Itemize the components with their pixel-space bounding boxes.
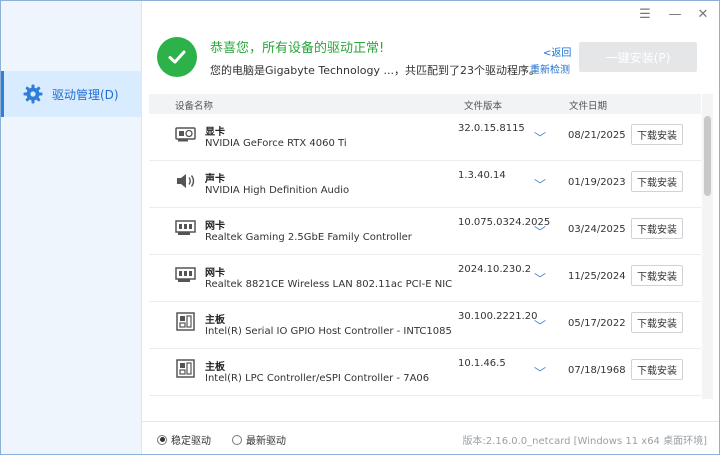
sidebar: 驱动管理(D) — [1, 1, 142, 454]
status-subtitle: 您的电脑是Gigabyte Technology ...，共匹配到了23个驱动程… — [210, 64, 540, 77]
column-header-date: 文件日期 — [569, 101, 608, 112]
radio-selected-icon — [157, 434, 167, 445]
driver-row: 网卡 Realtek Gaming 2.5GbE Family Controll… — [149, 208, 701, 255]
column-header-version: 文件版本 — [464, 101, 503, 112]
driver-row: 主板 Intel(R) Serial IO GPIO Host Controll… — [149, 302, 701, 349]
radio-unselected-icon — [232, 434, 242, 445]
footer: 稳定驱动 最新驱动 版本:2.16.0.0_netcard [Windows 1… — [142, 421, 719, 454]
radio-stable-label: 稳定驱动 — [171, 436, 211, 447]
sidebar-item-label: 驱动管理(D) — [52, 87, 119, 102]
driver-date: 07/18/1968 — [568, 365, 626, 376]
driver-category: 主板 — [205, 315, 225, 326]
download-install-button[interactable]: 下载安装 — [631, 218, 683, 239]
radio-stable-driver[interactable]: 稳定驱动 — [157, 432, 211, 447]
driver-category: 声卡 — [205, 174, 225, 185]
version-info: 版本:2.16.0.0_netcard [Windows 11 x64 桌面环境… — [462, 436, 707, 447]
driver-version: 10.1.46.5 — [458, 358, 506, 369]
driver-version: 1.3.40.14 — [458, 170, 506, 181]
chevron-down-icon[interactable]: ﹀ — [534, 364, 546, 381]
driver-version: 32.0.15.8115 — [458, 123, 525, 134]
download-install-button[interactable]: 下载安装 — [631, 171, 683, 192]
driver-row: 网卡 Realtek 8821CE Wireless LAN 802.11ac … — [149, 255, 701, 302]
one-click-install-button[interactable]: 一键安装(P) — [579, 42, 697, 72]
driver-row: 声卡 NVIDIA High Definition Audio 1.3.40.1… — [149, 161, 701, 208]
driver-version: 30.100.2221.20 — [458, 311, 538, 322]
driver-row: 显卡 NVIDIA GeForce RTX 4060 Ti 32.0.15.81… — [149, 114, 701, 161]
driver-name: NVIDIA GeForce RTX 4060 Ti — [205, 138, 347, 149]
network-card-icon — [175, 218, 197, 238]
driver-category: 显卡 — [205, 127, 225, 138]
driver-name: Intel(R) LPC Controller/eSPI Controller … — [205, 373, 430, 384]
driver-date: 08/21/2025 — [568, 130, 626, 141]
driver-date: 11/25/2024 — [568, 271, 626, 282]
speaker-icon — [175, 171, 197, 191]
chevron-down-icon[interactable]: ﹀ — [534, 223, 546, 240]
chevron-down-icon[interactable]: ﹀ — [534, 129, 546, 146]
motherboard-icon — [175, 312, 197, 332]
driver-date: 03/24/2025 — [568, 224, 626, 235]
radio-latest-label: 最新驱动 — [246, 436, 286, 447]
radio-latest-driver[interactable]: 最新驱动 — [232, 432, 286, 447]
chevron-down-icon[interactable]: ﹀ — [534, 270, 546, 287]
driver-list: 显卡 NVIDIA GeForce RTX 4060 Ti 32.0.15.81… — [149, 114, 701, 398]
driver-date: 01/19/2023 — [568, 177, 626, 188]
download-install-button[interactable]: 下载安装 — [631, 312, 683, 333]
driver-name: NVIDIA High Definition Audio — [205, 185, 350, 196]
column-header-name: 设备名称 — [175, 101, 214, 112]
gear-icon — [22, 83, 44, 105]
driver-version: 2024.10.230.2 — [458, 264, 532, 275]
driver-name: Intel(R) Serial IO GPIO Host Controller … — [205, 326, 452, 337]
chevron-down-icon[interactable]: ﹀ — [534, 176, 546, 193]
table-header: 设备名称 文件版本 文件日期 — [149, 94, 701, 114]
download-install-button[interactable]: 下载安装 — [631, 359, 683, 380]
driver-name: Realtek 8821CE Wireless LAN 802.11ac PCI… — [205, 279, 453, 290]
scrollbar-thumb[interactable] — [704, 116, 711, 196]
driver-manager-window: 驱动管理(D) ☰ — ✕ 恭喜您，所有设备的驱动正常! 您的电脑是Gigaby… — [0, 0, 720, 455]
driver-category: 网卡 — [205, 268, 225, 279]
check-circle-icon — [157, 37, 197, 77]
chevron-down-icon[interactable]: ﹀ — [534, 317, 546, 334]
download-install-button[interactable]: 下载安装 — [631, 265, 683, 286]
motherboard-icon — [175, 359, 197, 379]
download-install-button[interactable]: 下载安装 — [631, 124, 683, 145]
scrollbar[interactable] — [702, 94, 713, 399]
status-title: 恭喜您，所有设备的驱动正常! — [210, 41, 385, 56]
driver-name: Realtek Gaming 2.5GbE Family Controller — [205, 232, 412, 243]
network-card-icon — [175, 265, 197, 285]
driver-row: 主板 Intel(R) LPC Controller/eSPI Controll… — [149, 349, 701, 396]
driver-category: 主板 — [205, 362, 225, 373]
back-link[interactable]: <返回 — [543, 44, 571, 59]
driver-date: 05/17/2022 — [568, 318, 626, 329]
status-header: 恭喜您，所有设备的驱动正常! 您的电脑是Gigabyte Technology … — [142, 1, 719, 93]
redetect-link[interactable]: 重新检测 — [530, 61, 570, 76]
sidebar-item-driver-management[interactable]: 驱动管理(D) — [1, 71, 142, 117]
driver-category: 网卡 — [205, 221, 225, 232]
gpu-icon — [175, 124, 197, 144]
